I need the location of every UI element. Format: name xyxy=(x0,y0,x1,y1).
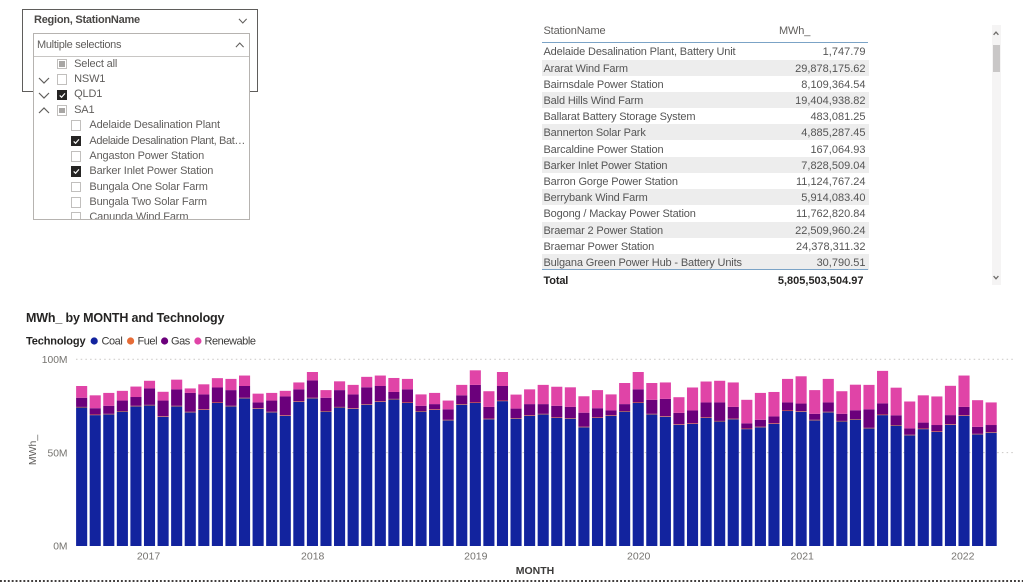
svg-text:2020: 2020 xyxy=(627,550,651,562)
svg-text:Coal: Coal xyxy=(102,336,123,348)
svg-text:MONTH: MONTH xyxy=(516,565,555,577)
svg-text:2017: 2017 xyxy=(137,550,161,562)
svg-text:Gas: Gas xyxy=(171,336,191,348)
svg-text:2018: 2018 xyxy=(301,550,325,562)
svg-text:50M: 50M xyxy=(47,448,67,459)
svg-text:Renewable: Renewable xyxy=(205,336,256,348)
svg-text:MWh_ by MONTH and Technology: MWh_ by MONTH and Technology xyxy=(26,311,225,325)
svg-text:0M: 0M xyxy=(53,542,67,553)
svg-text:Technology: Technology xyxy=(26,336,86,348)
svg-text:Fuel: Fuel xyxy=(138,336,158,348)
svg-text:2022: 2022 xyxy=(951,550,975,562)
svg-text:MWh_: MWh_ xyxy=(27,435,39,465)
svg-text:2019: 2019 xyxy=(464,550,488,562)
svg-text:2021: 2021 xyxy=(791,550,815,562)
svg-text:100M: 100M xyxy=(42,355,68,366)
